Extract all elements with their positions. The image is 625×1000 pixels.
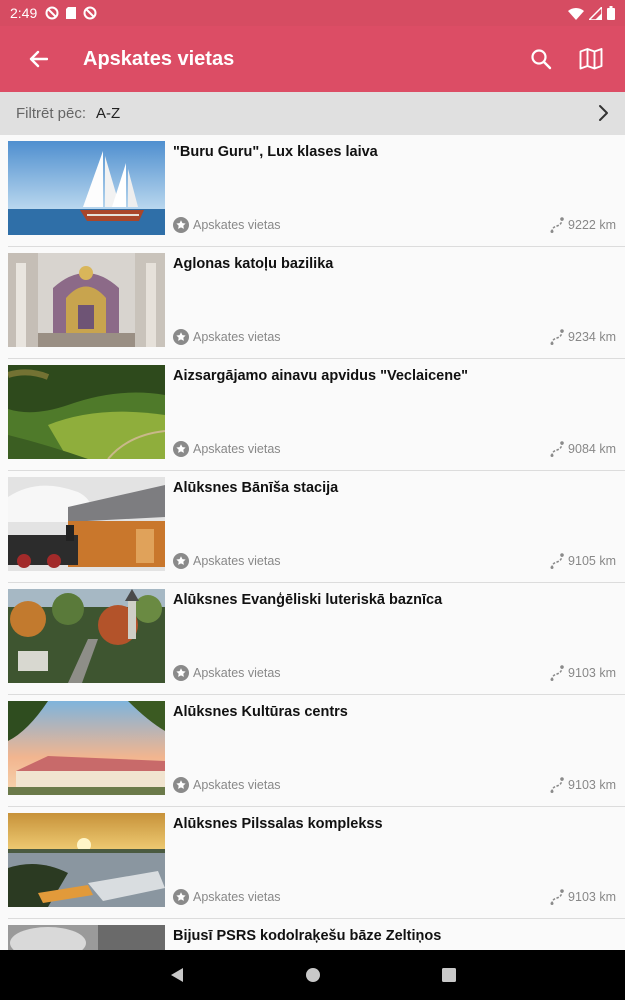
- map-icon: [579, 48, 603, 70]
- page-title: Apskates vietas: [83, 47, 235, 70]
- category-tag: Apskates vietas: [173, 441, 281, 457]
- distance-label: 9234 km: [568, 330, 616, 344]
- triangle-back-icon: [170, 968, 183, 982]
- place-title: Alūksnes Bānīša stacija: [173, 480, 339, 496]
- category-tag: Apskates vietas: [173, 553, 281, 569]
- list-item[interactable]: Aizsargājamo ainavu apvidus "Veclaicene"…: [0, 359, 625, 471]
- distance-label: 9103 km: [568, 666, 616, 680]
- blocked-notification-icon: [45, 6, 59, 20]
- nav-back-button[interactable]: [163, 961, 191, 989]
- place-thumbnail: [8, 925, 165, 950]
- route-icon: [550, 665, 564, 681]
- nav-recents-button[interactable]: [435, 961, 463, 989]
- list-item[interactable]: "Buru Guru", Lux klases laiva Apskates v…: [0, 135, 625, 247]
- category-tag: Apskates vietas: [173, 217, 281, 233]
- search-button[interactable]: [516, 26, 566, 92]
- category-label: Apskates vietas: [193, 666, 281, 680]
- distance-label: 9222 km: [568, 218, 616, 232]
- route-icon: [550, 217, 564, 233]
- category-label: Apskates vietas: [193, 554, 281, 568]
- place-thumbnail: [8, 253, 165, 347]
- category-label: Apskates vietas: [193, 890, 281, 904]
- star-badge-icon: [173, 777, 189, 793]
- place-thumbnail: [8, 701, 165, 795]
- list-item[interactable]: Bijusī PSRS kodolraķešu bāze Zeltiņos: [0, 919, 625, 950]
- category-tag: Apskates vietas: [173, 889, 281, 905]
- distance-tag: 9103 km: [550, 777, 616, 793]
- route-icon: [550, 553, 564, 569]
- system-nav-bar: [0, 950, 625, 1000]
- star-badge-icon: [173, 889, 189, 905]
- distance-tag: 9105 km: [550, 553, 616, 569]
- wifi-icon: [568, 7, 584, 20]
- place-thumbnail: [8, 141, 165, 235]
- place-thumbnail: [8, 589, 165, 683]
- battery-icon: [607, 6, 615, 20]
- route-icon: [550, 441, 564, 457]
- status-bar: 2:49: [0, 0, 625, 26]
- distance-label: 9103 km: [568, 778, 616, 792]
- category-label: Apskates vietas: [193, 218, 281, 232]
- star-badge-icon: [173, 553, 189, 569]
- route-icon: [550, 329, 564, 345]
- star-badge-icon: [173, 665, 189, 681]
- distance-tag: 9222 km: [550, 217, 616, 233]
- list-item[interactable]: Alūksnes Evanģēliski luteriskā baznīca A…: [0, 583, 625, 695]
- place-title: Alūksnes Evanģēliski luteriskā baznīca: [173, 592, 443, 608]
- chevron-right-icon: [599, 105, 608, 121]
- distance-label: 9103 km: [568, 890, 616, 904]
- distance-tag: 9084 km: [550, 441, 616, 457]
- distance-tag: 9103 km: [550, 665, 616, 681]
- map-button[interactable]: [566, 26, 616, 92]
- search-icon: [531, 49, 552, 70]
- place-thumbnail: [8, 365, 165, 459]
- place-title: Alūksnes Pilssalas komplekss: [173, 816, 383, 832]
- place-thumbnail: [8, 813, 165, 907]
- circle-home-icon: [305, 968, 320, 982]
- blocked-notification-icon: [83, 6, 97, 20]
- category-label: Apskates vietas: [193, 778, 281, 792]
- places-list: "Buru Guru", Lux klases laiva Apskates v…: [0, 135, 625, 950]
- sd-card-icon: [66, 7, 77, 19]
- status-time: 2:49: [10, 5, 38, 21]
- place-thumbnail: [8, 477, 165, 571]
- place-title: Alūksnes Kultūras centrs: [173, 704, 348, 720]
- place-title: Bijusī PSRS kodolraķešu bāze Zeltiņos: [173, 928, 442, 944]
- place-title: Aizsargājamo ainavu apvidus "Veclaicene": [173, 368, 469, 384]
- arrow-left-icon: [29, 50, 48, 68]
- square-recents-icon: [441, 968, 456, 982]
- filter-label: Filtrēt pēc:: [16, 105, 87, 122]
- distance-label: 9084 km: [568, 442, 616, 456]
- category-tag: Apskates vietas: [173, 329, 281, 345]
- distance-tag: 9103 km: [550, 889, 616, 905]
- route-icon: [550, 889, 564, 905]
- list-item[interactable]: Alūksnes Bānīša stacija Apskates vietas …: [0, 471, 625, 583]
- category-tag: Apskates vietas: [173, 777, 281, 793]
- place-title: Aglonas katoļu bazilika: [173, 256, 334, 272]
- star-badge-icon: [173, 217, 189, 233]
- category-label: Apskates vietas: [193, 330, 281, 344]
- signal-icon: [589, 6, 602, 20]
- route-icon: [550, 777, 564, 793]
- filter-value: A-Z: [96, 105, 121, 122]
- star-badge-icon: [173, 329, 189, 345]
- distance-tag: 9234 km: [550, 329, 616, 345]
- category-label: Apskates vietas: [193, 442, 281, 456]
- filter-bar[interactable]: Filtrēt pēc: A-Z: [0, 92, 625, 135]
- place-title: "Buru Guru", Lux klases laiva: [173, 144, 378, 160]
- list-item[interactable]: Alūksnes Kultūras centrs Apskates vietas…: [0, 695, 625, 807]
- back-button[interactable]: [0, 26, 76, 92]
- star-badge-icon: [173, 441, 189, 457]
- list-item[interactable]: Aglonas katoļu bazilika Apskates vietas …: [0, 247, 625, 359]
- list-item[interactable]: Alūksnes Pilssalas komplekss Apskates vi…: [0, 807, 625, 919]
- category-tag: Apskates vietas: [173, 665, 281, 681]
- nav-home-button[interactable]: [299, 961, 327, 989]
- app-bar: Apskates vietas: [0, 26, 625, 92]
- distance-label: 9105 km: [568, 554, 616, 568]
